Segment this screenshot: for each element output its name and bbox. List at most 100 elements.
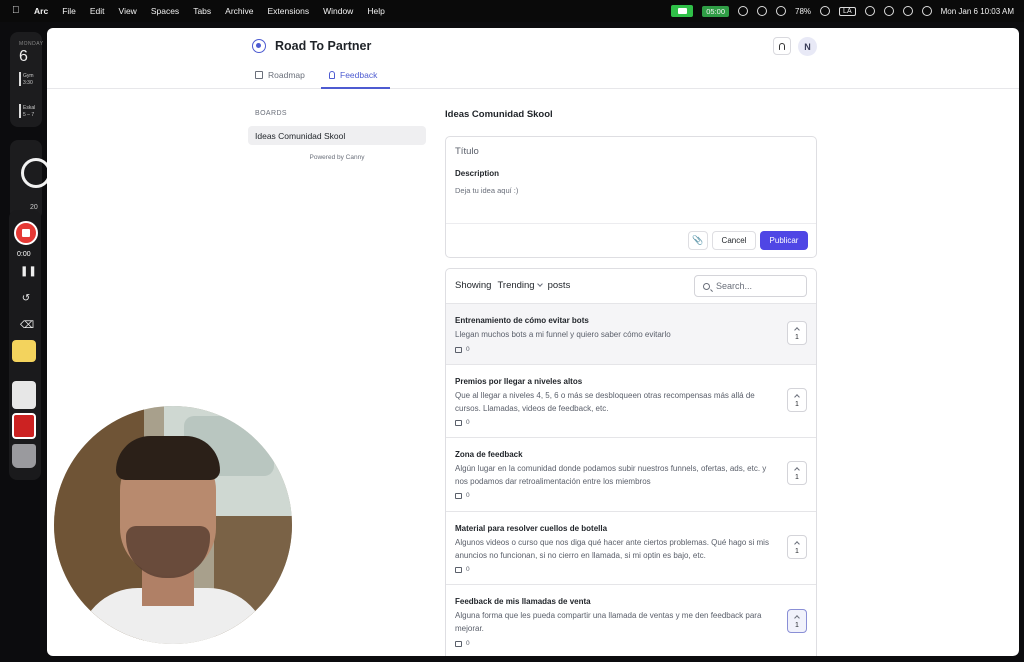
composer-divider	[446, 223, 816, 224]
comment-icon	[455, 566, 462, 573]
facetime-icon[interactable]	[671, 5, 694, 17]
vote-count: 1	[795, 621, 799, 629]
post-comments: 0	[455, 419, 470, 426]
openai-icon[interactable]	[776, 6, 787, 16]
menu-extensions[interactable]: Extensions	[268, 6, 310, 16]
wifi-icon[interactable]	[902, 6, 913, 16]
posts-label: posts	[547, 280, 571, 291]
compass-icon[interactable]	[820, 6, 831, 16]
comment-count: 0	[466, 566, 470, 573]
vote-count: 1	[795, 333, 799, 341]
upvote-button[interactable]: 1	[787, 461, 807, 485]
input-source[interactable]: LA	[839, 6, 856, 16]
upvote-button[interactable]: 1	[787, 388, 807, 412]
posts-list: Showing Trending posts Search... Entrena…	[445, 268, 817, 656]
vote-count: 1	[795, 547, 799, 555]
search-icon	[703, 282, 710, 290]
chevron-up-icon	[794, 540, 800, 547]
brand-logo-icon[interactable]	[252, 39, 266, 53]
tab-feedback[interactable]: Feedback	[329, 70, 377, 80]
menu-tabs[interactable]: Tabs	[193, 6, 211, 16]
comment-count: 0	[466, 419, 470, 426]
webcam-person	[116, 436, 220, 480]
post-comments: 0	[455, 566, 470, 573]
layers-icon[interactable]	[738, 6, 749, 16]
title-input[interactable]: Título	[455, 146, 479, 157]
battery-percent[interactable]: 78%	[795, 7, 811, 16]
record-stop-button[interactable]	[14, 221, 38, 245]
upvote-button[interactable]: 1	[787, 609, 807, 633]
list-item[interactable]: Material para resolver cuellos de botell…	[446, 512, 816, 585]
post-body: Algunos videos o curso que nos diga qué …	[455, 538, 769, 560]
post-title[interactable]: Premios por llegar a niveles altos	[455, 377, 582, 386]
notes-app-icon[interactable]	[12, 340, 36, 362]
board-title: Ideas Comunidad Skool	[445, 109, 553, 120]
upvote-button[interactable]: 1	[787, 321, 807, 345]
list-item[interactable]: Premios por llegar a niveles altos Que a…	[446, 365, 816, 438]
comment-icon	[455, 419, 462, 426]
chevron-up-icon	[794, 614, 800, 621]
calendar-month: MONDAY	[19, 41, 44, 47]
recording-timer[interactable]: 05:00	[702, 5, 730, 17]
sort-dropdown[interactable]: Trending	[497, 280, 543, 291]
chevron-up-icon	[794, 393, 800, 400]
cancel-button[interactable]: Cancel	[712, 231, 756, 250]
clock-datetime[interactable]: Mon Jan 6 10:03 AM	[941, 7, 1014, 16]
menu-file[interactable]: File	[62, 6, 76, 16]
webcam-overlay[interactable]	[54, 406, 292, 644]
list-item[interactable]: Feedback de mis llamadas de venta Alguna…	[446, 585, 816, 656]
notifications-button[interactable]	[773, 37, 791, 55]
attach-file-button[interactable]: 📎	[688, 231, 708, 250]
avatar[interactable]: N	[798, 37, 817, 56]
post-title[interactable]: Material para resolver cuellos de botell…	[455, 524, 607, 533]
chevron-down-icon	[536, 281, 543, 287]
menu-spaces[interactable]: Spaces	[151, 6, 179, 16]
app-icon[interactable]	[12, 413, 36, 439]
sidebar-item-board[interactable]: Ideas Comunidad Skool	[248, 126, 426, 145]
post-title[interactable]: Zona de feedback	[455, 450, 523, 459]
publish-button[interactable]: Publicar	[760, 231, 808, 250]
control-center-icon[interactable]	[921, 6, 932, 16]
chevron-up-icon	[794, 466, 800, 473]
menu-edit[interactable]: Edit	[90, 6, 105, 16]
list-item[interactable]: Entrenamiento de cómo evitar bots Llegan…	[446, 304, 816, 365]
apple-icon[interactable]: 	[12, 5, 24, 17]
post-comments: 0	[455, 640, 470, 647]
post-title[interactable]: Feedback de mis llamadas de venta	[455, 597, 591, 606]
comment-count: 0	[466, 346, 470, 353]
trash-bin-icon[interactable]	[12, 444, 36, 468]
map-icon	[255, 71, 263, 79]
clock-widget[interactable]: 20	[10, 140, 51, 220]
comment-icon	[455, 640, 462, 647]
post-body: Llegan muchos bots a mi funnel y quiero …	[455, 330, 671, 339]
menu-view[interactable]: View	[119, 6, 137, 16]
company-title[interactable]: Road To Partner	[275, 39, 371, 53]
list-item[interactable]: Zona de feedback Algún lugar en la comun…	[446, 438, 816, 512]
search-input[interactable]: Search...	[694, 275, 807, 297]
document-icon[interactable]	[12, 381, 36, 409]
pause-icon[interactable]: ❚❚	[20, 266, 37, 277]
post-comments: 0	[455, 346, 470, 353]
menu-archive[interactable]: Archive	[225, 6, 253, 16]
post-body: Que al llegar a niveles 4, 5, 6 o más se…	[455, 391, 755, 413]
post-composer: Título Description Deja tu idea aquí :) …	[445, 136, 817, 258]
gear-icon[interactable]	[757, 6, 768, 16]
calendar-widget[interactable]: MONDAY 6 Gym 3:30 Eskal 5 – 7	[10, 32, 44, 127]
posts-header: Showing Trending posts Search...	[446, 269, 816, 304]
showing-label: Showing	[455, 280, 492, 291]
battery-icon[interactable]	[883, 6, 894, 16]
description-input[interactable]: Deja tu idea aquí :)	[455, 186, 518, 195]
post-title[interactable]: Entrenamiento de cómo evitar bots	[455, 316, 589, 325]
user-icon[interactable]	[864, 6, 875, 16]
bell-icon	[779, 42, 785, 50]
upvote-button[interactable]: 1	[787, 535, 807, 559]
restart-icon[interactable]: ↺	[20, 293, 32, 304]
powered-by-link[interactable]: Powered by Canny	[248, 154, 426, 161]
tab-roadmap[interactable]: Roadmap	[255, 70, 305, 80]
menu-help[interactable]: Help	[367, 6, 384, 16]
trash-icon[interactable]: ⌫	[20, 320, 34, 331]
description-label: Description	[455, 169, 500, 178]
menu-app[interactable]: Arc	[34, 6, 48, 16]
menu-window[interactable]: Window	[323, 6, 353, 16]
sort-value: Trending	[497, 280, 535, 291]
